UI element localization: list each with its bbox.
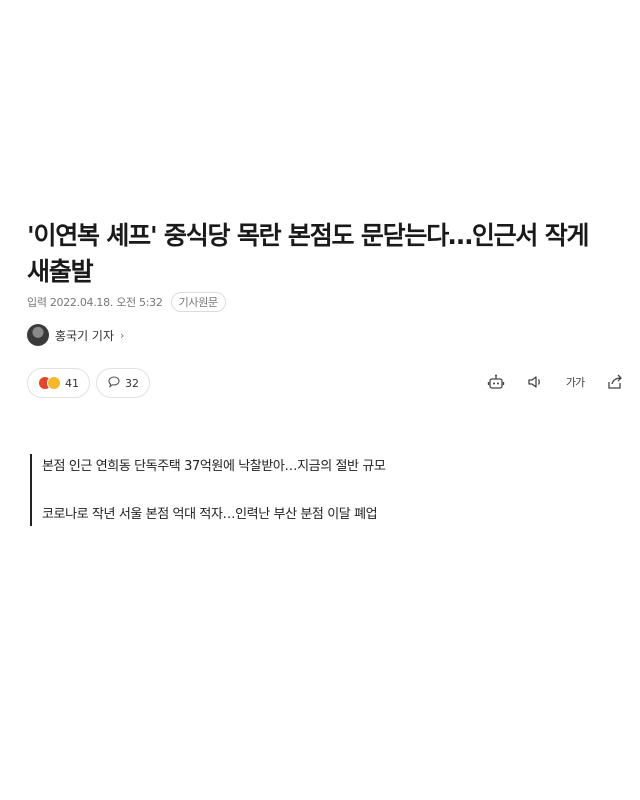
article-headline: '이연복 셰프' 중식당 목란 본점도 문닫는다…인근서 작게 새출발 bbox=[27, 218, 640, 290]
article-toolbar: 가가 bbox=[486, 372, 640, 392]
reaction-bar: 41 32 bbox=[27, 368, 150, 398]
article-summary: 본점 인근 연희동 단독주택 37억원에 낙찰받아…지금의 절반 규모 코로나로… bbox=[30, 454, 590, 526]
comment-button[interactable]: 32 bbox=[96, 368, 150, 398]
summary-item: 본점 인근 연희동 단독주택 37억원에 낙찰받아…지금의 절반 규모 bbox=[42, 459, 386, 474]
reporter-name: 홍국기 기자 bbox=[55, 328, 115, 343]
emotion-reaction-button[interactable]: 41 bbox=[27, 368, 90, 398]
speaker-icon[interactable] bbox=[525, 372, 545, 392]
emotion-icons bbox=[38, 376, 61, 390]
sad-emoji-icon bbox=[47, 376, 61, 390]
reporter-avatar bbox=[27, 324, 49, 346]
emotion-count: 41 bbox=[65, 376, 79, 390]
summary-item: 코로나로 작년 서울 본점 억대 적자…인력난 부산 분점 이달 폐업 bbox=[42, 507, 378, 522]
headline-line-1: '이연복 셰프' 중식당 목란 본점도 문닫는다…인근서 작게 bbox=[27, 221, 590, 250]
share-icon[interactable] bbox=[605, 372, 625, 392]
original-article-button[interactable]: 기사원문 bbox=[170, 292, 226, 312]
chevron-right-icon: › bbox=[120, 328, 125, 342]
published-date: 입력 2022.04.18. 오전 5:32 bbox=[27, 296, 163, 309]
article-meta: 입력 2022.04.18. 오전 5:32 기사원문 bbox=[27, 292, 226, 312]
comment-count: 32 bbox=[125, 376, 139, 390]
reporter-link[interactable]: 홍국기 기자 › bbox=[27, 324, 124, 346]
robot-summary-icon[interactable] bbox=[486, 372, 506, 392]
font-size-icon[interactable]: 가가 bbox=[564, 372, 586, 392]
headline-line-2: 새출발 bbox=[27, 257, 94, 286]
comment-icon bbox=[107, 375, 121, 392]
